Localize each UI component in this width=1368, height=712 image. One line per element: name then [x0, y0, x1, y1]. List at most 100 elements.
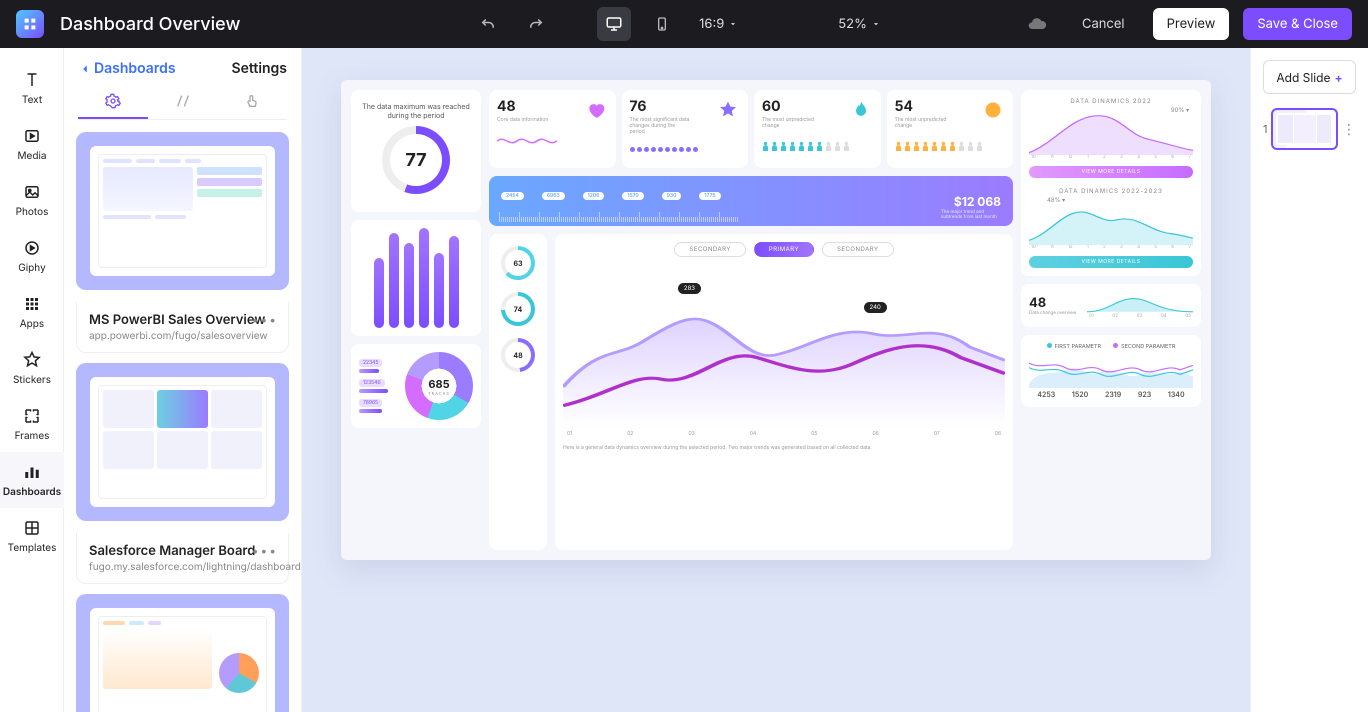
- bar: [374, 258, 384, 328]
- view-details-button-a[interactable]: VIEW MORE DETAILS: [1029, 166, 1193, 178]
- mini-ring: 74: [501, 292, 535, 326]
- chevron-left-icon: [78, 62, 92, 76]
- bar: [404, 243, 414, 328]
- rail-item-templates[interactable]: Templates: [0, 508, 64, 564]
- bar: [449, 236, 459, 328]
- param-value: 1340: [1168, 390, 1185, 399]
- rail-item-apps[interactable]: Apps: [0, 284, 64, 340]
- stat-label: The most significant data changes during…: [630, 117, 690, 135]
- canvas-area[interactable]: The data maximum was reached during the …: [302, 48, 1250, 712]
- rail-label: Dashboards: [3, 486, 61, 498]
- stat-label: Core data information: [497, 117, 557, 123]
- rail-item-stickers[interactable]: Stickers: [0, 340, 64, 396]
- top-bar: 16:9 52% Cancel Preview Save & Close: [0, 0, 1368, 48]
- slide-menu-icon[interactable]: ⋮: [1342, 121, 1356, 138]
- rail-item-dashboards[interactable]: Dashboards: [0, 452, 64, 508]
- heart-icon: [586, 100, 606, 120]
- dashboard-canvas[interactable]: The data maximum was reached during the …: [341, 80, 1211, 560]
- back-label: Dashboards: [94, 60, 176, 77]
- text-icon: [22, 70, 42, 90]
- rail-label: Templates: [8, 542, 57, 554]
- dashboard-card[interactable]: [76, 132, 289, 290]
- giphy-icon: [22, 238, 42, 258]
- gear-icon: [105, 93, 121, 109]
- chart-pill[interactable]: PRIMARY: [754, 242, 814, 257]
- cloud-sync-icon[interactable]: [1020, 7, 1054, 41]
- back-button[interactable]: Dashboards: [78, 60, 176, 77]
- dashboards-icon: [22, 462, 42, 482]
- card-menu-icon[interactable]: •••: [252, 543, 278, 558]
- stat-tile: 60The most unpredicted change: [754, 90, 881, 168]
- save-close-button[interactable]: Save & Close: [1243, 8, 1352, 40]
- banner-bubble: 1206: [583, 192, 605, 200]
- tracks-ring: 685 TRACKS: [405, 352, 473, 420]
- desktop-view-icon[interactable]: [597, 7, 631, 41]
- redo-icon[interactable]: [519, 7, 553, 41]
- bars-card: [351, 220, 481, 336]
- dashboard-meta: MS PowerBI Sales Overview app.powerbi.com…: [76, 302, 289, 353]
- chart-pill[interactable]: SECONDARY: [674, 242, 746, 257]
- area-card-a: DATA DINAMICS 2022 90% ▾ 1011121234567 V…: [1021, 90, 1201, 276]
- rail-label: Photos: [16, 206, 49, 218]
- rail-item-frames[interactable]: Frames: [0, 396, 64, 452]
- card-menu-icon[interactable]: •••: [252, 312, 278, 327]
- cancel-button[interactable]: Cancel: [1068, 8, 1139, 40]
- chart-chip: 283: [678, 283, 701, 294]
- rail-label: Giphy: [18, 262, 45, 274]
- banner-bubble: 1775: [699, 192, 720, 200]
- overview-value: 48: [1029, 295, 1079, 311]
- params-card: FIRST PARAMETR SECOND PARAMETR 425315202…: [1021, 335, 1201, 407]
- mobile-view-icon[interactable]: [645, 7, 679, 41]
- dashboard-name: MS PowerBI Sales Overview: [89, 312, 276, 328]
- rail-item-media[interactable]: Media: [0, 116, 64, 172]
- mini-ring: 48: [501, 338, 535, 372]
- slides-panel: Add Slide + 1 ⋮: [1250, 48, 1368, 712]
- dashboard-card[interactable]: [76, 363, 289, 521]
- param-value: 2319: [1105, 390, 1121, 399]
- panel-tab-settings[interactable]: [78, 85, 148, 119]
- banner-bubble: 930: [662, 192, 682, 200]
- area-b-pct: 48% ▾: [1047, 197, 1065, 204]
- tracks-card: 2234512354678965 685 TRACKS: [351, 344, 481, 428]
- chart-description: Here is a general data dynamics overview…: [563, 445, 1005, 452]
- photos-icon: [22, 182, 42, 202]
- dashboard-thumbnail: [90, 608, 275, 712]
- chart-pill[interactable]: SECONDARY: [822, 242, 894, 257]
- slide-item[interactable]: 1 ⋮: [1263, 108, 1356, 150]
- side-panel: Dashboards Settings MS PowerBI Sales Ove…: [64, 48, 302, 712]
- zoom-select[interactable]: 52%: [832, 16, 887, 32]
- left-rail: Text Media Photos Giphy AppsStickersFrames Da…: [0, 48, 64, 712]
- dashboard-card[interactable]: [76, 594, 289, 712]
- plus-icon: +: [1335, 70, 1343, 85]
- rail-item-photos[interactable]: Photos: [0, 172, 64, 228]
- stat-tile: 54The most unpredicted change: [887, 90, 1014, 168]
- summary-card: The data maximum was reached during the …: [351, 90, 481, 212]
- dashboard-thumbnail: [90, 146, 275, 276]
- param-value: 1520: [1072, 390, 1088, 399]
- undo-icon[interactable]: [471, 7, 505, 41]
- params-legend: FIRST PARAMETR SECOND PARAMETR: [1029, 343, 1193, 350]
- add-slide-button[interactable]: Add Slide +: [1263, 60, 1356, 94]
- track-label: 22345: [359, 359, 382, 367]
- add-slide-label: Add Slide: [1276, 70, 1330, 85]
- rail-item-giphy[interactable]: Giphy: [0, 228, 64, 284]
- slide-thumbnail[interactable]: [1271, 108, 1338, 150]
- rail-item-text[interactable]: Text: [0, 60, 64, 116]
- rail-label: Media: [17, 150, 46, 162]
- bar: [389, 233, 399, 328]
- mini-rings-card: 637448: [489, 234, 547, 550]
- preview-button[interactable]: Preview: [1153, 8, 1230, 40]
- aspect-ratio-select[interactable]: 16:9: [693, 16, 744, 32]
- overview-48-card: 48 Data change overview 0102030405: [1021, 284, 1201, 327]
- design-title-input[interactable]: [58, 13, 338, 36]
- dashboard-url: app.powerbi.com/fugo/salesoverview: [89, 330, 276, 342]
- templates-icon: [22, 518, 42, 538]
- panel-tab-map[interactable]: [148, 85, 218, 119]
- view-details-button-b[interactable]: VIEW MORE DETAILS: [1029, 256, 1193, 268]
- area-a-pct: 90% ▾: [1171, 107, 1189, 114]
- dashboard-thumbnail: [90, 377, 275, 507]
- track-label: 123546: [359, 379, 385, 387]
- panel-tab-touch[interactable]: [217, 85, 287, 119]
- settings-link[interactable]: Settings: [231, 60, 287, 77]
- area-b-title: DATA DINAMICS 2022-2023: [1029, 188, 1193, 195]
